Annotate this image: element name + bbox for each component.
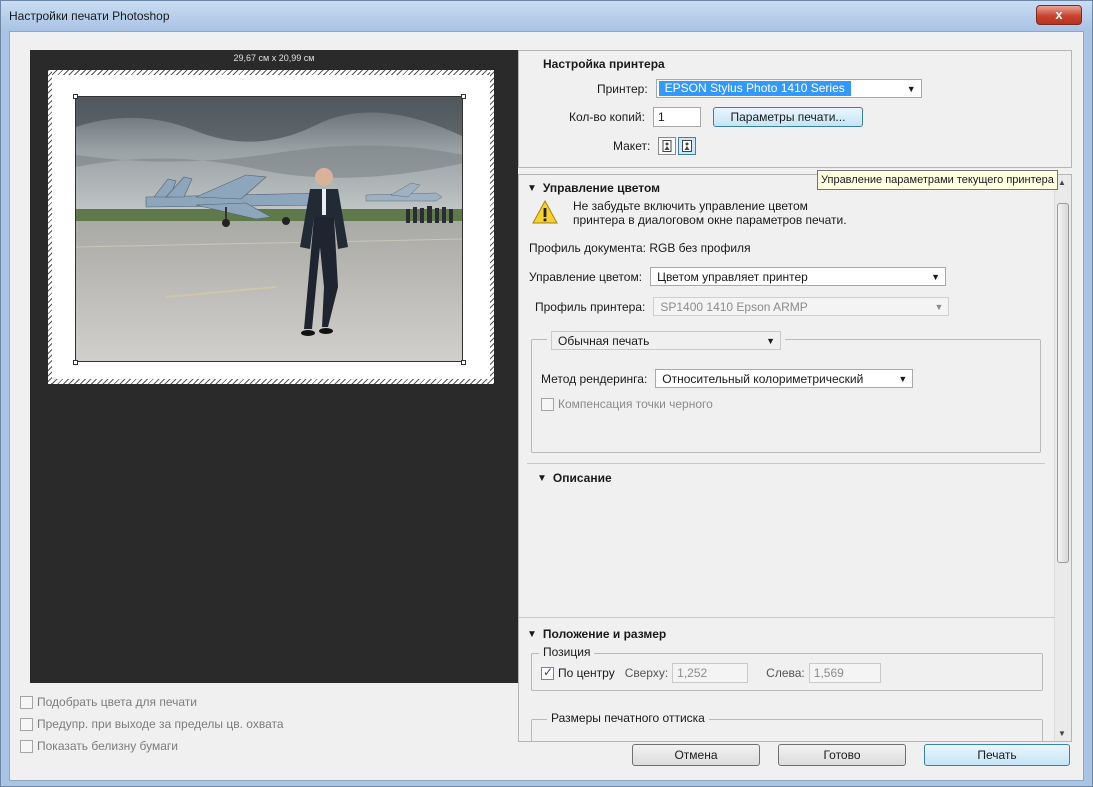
- warning-text-line1: Не забудьте включить управление цветом: [573, 199, 808, 213]
- chevron-down-icon: ▼: [898, 374, 908, 384]
- margin-hatch-bottom: [48, 379, 494, 384]
- copies-input[interactable]: 1: [652, 107, 701, 127]
- center-label: По центру: [558, 666, 615, 680]
- settings-scroll-panel[interactable]: ▼ Управление цветом Не забудьте включить…: [518, 174, 1072, 742]
- left-label: Слева:: [766, 666, 805, 680]
- chevron-down-icon: ▼: [931, 272, 941, 282]
- printer-select[interactable]: EPSON Stylus Photo 1410 Series ▼: [655, 79, 922, 98]
- print-settings-window: Настройки печати Photoshop x 29,67 см x …: [0, 0, 1093, 787]
- print-mode-value: Обычная печать: [558, 333, 650, 348]
- portrait-orientation-icon: [662, 140, 672, 152]
- printer-profile-select[interactable]: SP1400 1410 Epson ARMP ▼: [653, 297, 950, 316]
- description-title: Описание: [552, 471, 612, 485]
- margin-hatch-top: [48, 70, 494, 75]
- rendering-intent-label: Метод рендеринга:: [541, 371, 648, 386]
- cancel-button[interactable]: Отмена: [632, 744, 760, 766]
- printer-profile-label: Профиль принтера:: [535, 299, 646, 314]
- show-paper-white-checkbox[interactable]: Показать белизну бумаги: [20, 735, 284, 757]
- print-button[interactable]: Печать: [924, 744, 1070, 766]
- color-handling-select[interactable]: Цветом управляет принтер ▼: [650, 267, 947, 286]
- scrollbar-thumb[interactable]: [1057, 203, 1069, 563]
- scroll-down-icon[interactable]: ▼: [1058, 729, 1066, 738]
- crop-handle-bottom-left[interactable]: [73, 360, 78, 365]
- crop-handle-bottom-right[interactable]: [461, 360, 466, 365]
- gamut-warning-checkbox[interactable]: Предупр. при выходе за пределы цв. охват…: [20, 713, 284, 735]
- print-preview: 29,67 см x 20,99 см: [30, 50, 518, 683]
- image-preview[interactable]: [75, 96, 463, 362]
- rendering-intent-value: Относительный колориметрический: [662, 371, 864, 386]
- position-group-label: Позиция: [539, 645, 595, 659]
- printer-settings-tooltip: Управление параметрами текущего принтера: [817, 170, 1058, 190]
- copies-label: Кол-во копий:: [569, 110, 645, 124]
- dialog-body: 29,67 см x 20,99 см Подобрать цвета для …: [9, 31, 1084, 781]
- color-handling-value: Цветом управляет принтер: [657, 269, 808, 284]
- crop-handle-top-left[interactable]: [73, 94, 78, 99]
- print-settings-button[interactable]: Параметры печати...: [712, 107, 863, 127]
- left-input[interactable]: 1,569: [808, 663, 881, 683]
- black-point-checkbox[interactable]: [541, 397, 554, 411]
- printer-value: EPSON Stylus Photo 1410 Series: [658, 81, 851, 96]
- photo-illustration: [76, 97, 462, 361]
- printer-profile-value: SP1400 1410 Epson ARMP: [660, 299, 808, 314]
- section-divider: [519, 617, 1055, 618]
- left-value: 1,569: [813, 666, 844, 680]
- margin-hatch-left: [48, 70, 52, 384]
- rendering-group: [531, 339, 1041, 453]
- margin-hatch-right: [490, 70, 494, 384]
- print-mode-select[interactable]: Обычная печать ▼: [551, 331, 781, 350]
- print-size-group-label: Размеры печатного оттиска: [547, 711, 709, 725]
- title-bar[interactable]: Настройки печати Photoshop x: [1, 1, 1092, 31]
- warning-icon: [532, 199, 558, 224]
- color-handling-label: Управление цветом:: [529, 269, 643, 284]
- done-button[interactable]: Готово: [778, 744, 906, 766]
- warning-text-line2: принтера в диалоговом окне параметров пе…: [573, 213, 847, 227]
- collapse-triangle-icon[interactable]: ▼: [527, 183, 537, 194]
- checkbox-box[interactable]: [20, 717, 33, 731]
- printer-setup-section: Настройка принтера Принтер: EPSON Stylus…: [518, 50, 1072, 168]
- window-title: Настройки печати Photoshop: [9, 9, 170, 23]
- crop-handle-top-right[interactable]: [461, 94, 466, 99]
- rendering-intent-select[interactable]: Относительный колориметрический ▼: [655, 369, 914, 388]
- chevron-down-icon: ▼: [906, 84, 916, 94]
- checkbox-label: Показать белизну бумаги: [37, 739, 179, 753]
- top-value: 1,252: [677, 666, 708, 680]
- scroll-up-icon[interactable]: ▲: [1058, 178, 1066, 187]
- close-button[interactable]: x: [1036, 5, 1082, 25]
- checkbox-label: Предупр. при выходе за пределы цв. охват…: [37, 717, 284, 731]
- section-divider: [527, 463, 1045, 464]
- portrait-orientation-button[interactable]: [658, 137, 677, 155]
- checkbox-label: Подобрать цвета для печати: [37, 695, 197, 709]
- landscape-orientation-icon: [682, 140, 693, 152]
- black-point-label: Компенсация точки черного: [558, 397, 713, 411]
- close-icon: x: [1055, 7, 1063, 22]
- paper-preview: [48, 70, 494, 384]
- copies-value: 1: [657, 110, 665, 124]
- chevron-down-icon: ▼: [934, 302, 944, 312]
- position-size-title: Положение и размер: [542, 627, 667, 641]
- match-print-colors-checkbox[interactable]: Подобрать цвета для печати: [20, 691, 284, 713]
- paper-size-label: 29,67 см x 20,99 см: [233, 53, 315, 63]
- collapse-triangle-icon[interactable]: ▼: [537, 473, 547, 484]
- printer-label: Принтер:: [597, 81, 648, 96]
- printer-setup-title: Настройка принтера: [543, 57, 665, 71]
- center-image-checkbox[interactable]: [541, 665, 554, 680]
- landscape-orientation-button[interactable]: [678, 137, 697, 155]
- top-label: Сверху:: [624, 666, 669, 680]
- color-management-title: Управление цветом: [542, 181, 661, 195]
- preview-options: Подобрать цвета для печати Предупр. при …: [20, 691, 284, 757]
- checkbox-box[interactable]: [20, 695, 33, 709]
- document-profile: Профиль документа: RGB без профиля: [529, 241, 751, 255]
- vertical-scrollbar[interactable]: ▲ ▼: [1054, 175, 1071, 741]
- layout-label: Макет:: [613, 139, 651, 153]
- collapse-triangle-icon[interactable]: ▼: [527, 629, 537, 640]
- chevron-down-icon: ▼: [766, 336, 775, 346]
- checkbox-box[interactable]: [20, 739, 33, 753]
- top-input[interactable]: 1,252: [672, 663, 749, 683]
